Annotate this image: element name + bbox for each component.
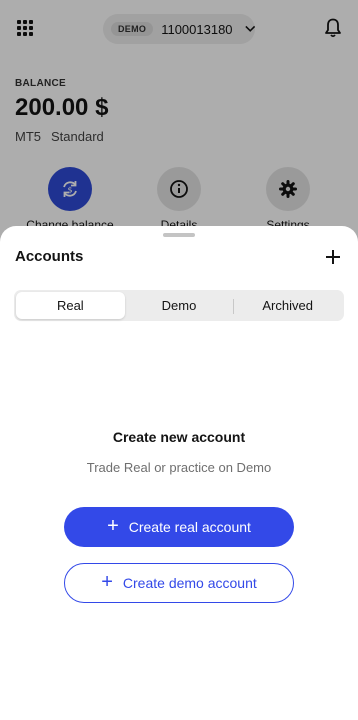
accounts-bottom-sheet: Accounts Real Demo Archived Create new a… <box>0 226 358 720</box>
create-real-account-label: Create real account <box>128 519 251 535</box>
create-real-account-button[interactable]: + Create real account <box>64 507 294 547</box>
account-type-tabs: Real Demo Archived <box>14 290 344 321</box>
tab-archived[interactable]: Archived <box>233 292 342 319</box>
create-demo-account-label: Create demo account <box>122 575 257 591</box>
create-demo-account-button[interactable]: + Create demo account <box>64 563 294 603</box>
sheet-title: Accounts <box>15 248 84 265</box>
plus-icon: + <box>101 571 113 593</box>
tab-real[interactable]: Real <box>16 292 125 319</box>
empty-state-title: Create new account <box>112 429 246 445</box>
empty-state-subtitle: Trade Real or practice on Demo <box>86 460 272 475</box>
plus-icon[interactable] <box>324 248 342 266</box>
tab-demo[interactable]: Demo <box>125 292 234 319</box>
plus-icon: + <box>107 515 119 537</box>
sheet-drag-handle[interactable] <box>163 233 195 237</box>
